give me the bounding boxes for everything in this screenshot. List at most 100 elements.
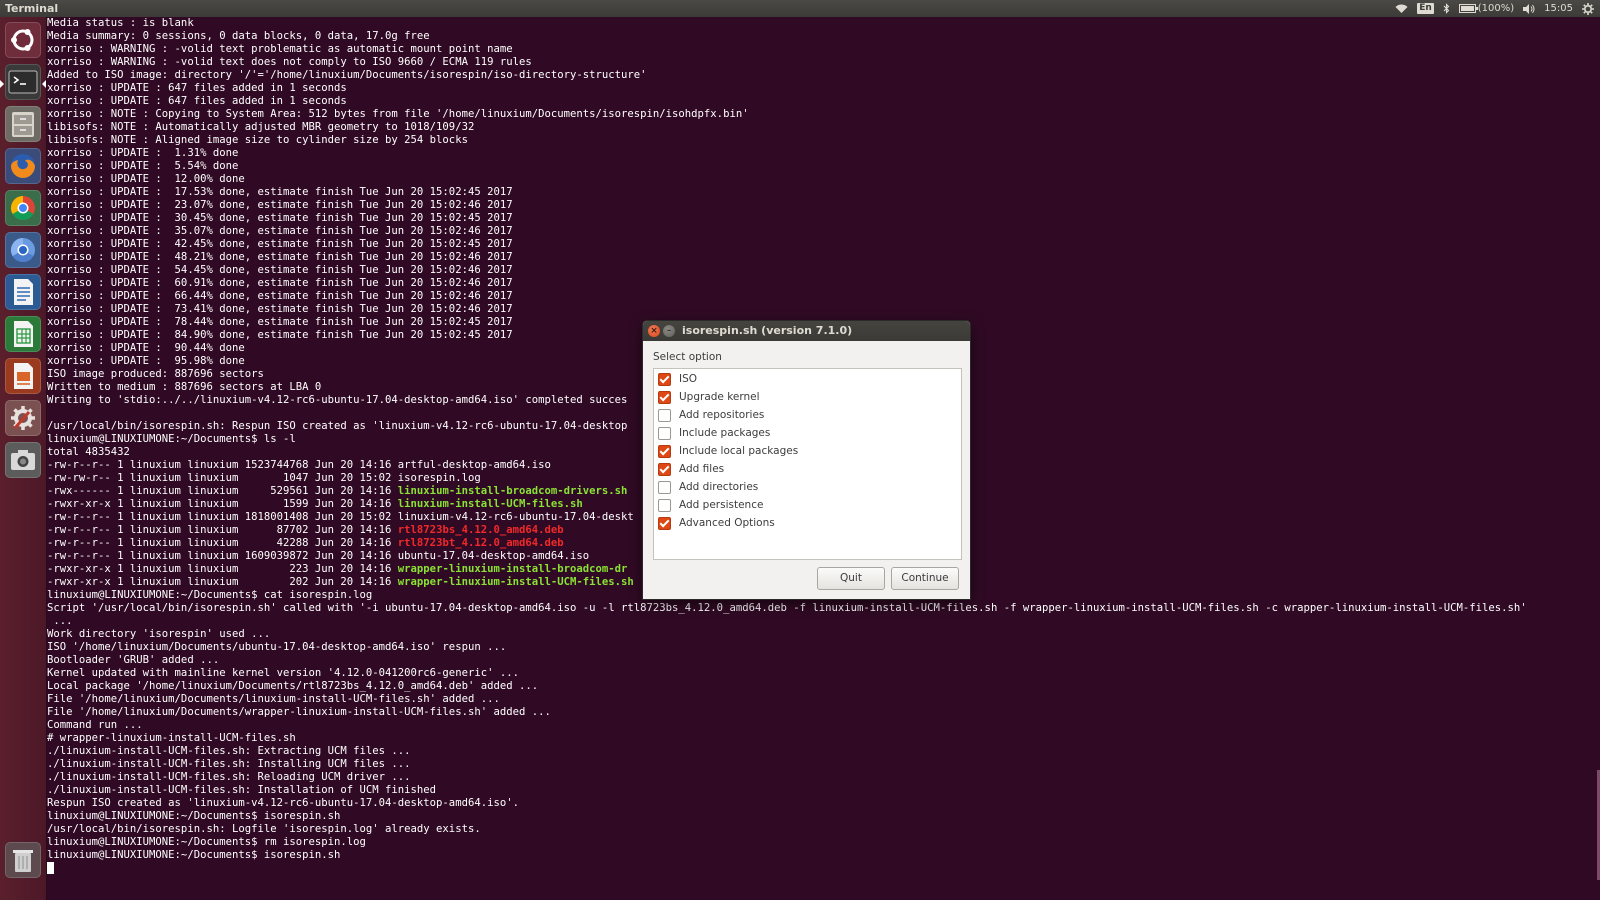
- terminal-line: Added to ISO image: directory '/'='/home…: [47, 69, 1527, 82]
- terminal-line: ...: [47, 615, 1527, 628]
- terminal-text-segment: Media status : is blank: [47, 17, 194, 29]
- checkbox[interactable]: [658, 426, 671, 440]
- option-include-packages[interactable]: Include packages: [658, 424, 770, 442]
- terminal-line: ISO '/home/linuxium/Documents/ubuntu-17.…: [47, 641, 1527, 654]
- option-advanced-options[interactable]: Advanced Options: [658, 514, 775, 532]
- files-launcher[interactable]: [5, 106, 41, 142]
- checkbox[interactable]: [658, 390, 671, 404]
- minimize-icon[interactable]: –: [663, 325, 675, 337]
- checkbox[interactable]: [658, 372, 671, 386]
- terminal-text-segment: ISO image produced: 887696 sectors: [47, 368, 264, 380]
- firefox-launcher[interactable]: [5, 148, 41, 184]
- terminal-line: linuxium@LINUXIUMONE:~/Documents$ isores…: [47, 849, 1527, 862]
- option-iso[interactable]: ISO: [658, 370, 697, 388]
- writer-launcher[interactable]: [5, 274, 41, 310]
- chrome-icon: [10, 196, 35, 221]
- keyboard-layout-label: En: [1417, 3, 1434, 14]
- option-label: Include packages: [679, 427, 771, 439]
- terminal-line: xorriso : UPDATE : 54.45% done, estimate…: [47, 264, 1527, 277]
- libreoffice-impress-icon: [14, 363, 33, 389]
- terminal-launcher[interactable]: [0, 64, 46, 100]
- terminal-text-segment: ...: [47, 615, 73, 627]
- quit-button[interactable]: Quit: [817, 567, 885, 590]
- screenshot-launcher[interactable]: [5, 442, 41, 478]
- ubuntu-logo-icon: [11, 29, 34, 51]
- terminal-line: xorriso : UPDATE : 60.91% done, estimate…: [47, 277, 1527, 290]
- isorespin-dialog: × – isorespin.sh (version 7.1.0) Select …: [643, 321, 970, 599]
- terminal-text-segment: ./linuxium-install-UCM-files.sh: Reloadi…: [47, 771, 411, 783]
- terminal-line: Script '/usr/local/bin/isorespin.sh' cal…: [47, 602, 1527, 615]
- terminal-text-segment: linuxium@LINUXIUMONE:~/Documents$ rm iso…: [47, 836, 366, 848]
- terminal-text-segment: xorriso : UPDATE : 73.41% done, estimate…: [47, 303, 513, 315]
- checkbox[interactable]: [658, 444, 671, 458]
- checkbox[interactable]: [658, 498, 671, 512]
- volume-icon[interactable]: [1523, 3, 1535, 14]
- terminal-line: Media summary: 0 sessions, 0 data blocks…: [47, 30, 1527, 43]
- bluetooth-icon[interactable]: [1443, 3, 1450, 14]
- dialog-titlebar[interactable]: × – isorespin.sh (version 7.1.0): [643, 321, 970, 341]
- option-add-directories[interactable]: Add directories: [658, 478, 758, 496]
- chromium-icon: [10, 238, 35, 263]
- option-add-repositories[interactable]: Add repositories: [658, 406, 764, 424]
- impress-launcher[interactable]: [5, 358, 41, 394]
- terminal-line: Bootloader 'GRUB' added ...: [47, 654, 1527, 667]
- chromium-launcher[interactable]: [5, 232, 41, 268]
- session-gear-icon[interactable]: [1582, 2, 1594, 15]
- file-name: linuxium-install-UCM-files.sh: [397, 498, 583, 510]
- clock[interactable]: 15:05: [1544, 0, 1573, 17]
- terminal-text-segment: -rw-r--r-- 1 linuxium linuxium 160903987…: [47, 550, 590, 562]
- option-add-persistence[interactable]: Add persistence: [658, 496, 763, 514]
- option-add-files[interactable]: Add files: [658, 460, 724, 478]
- terminal-line: xorriso : UPDATE : 5.54% done: [47, 160, 1527, 173]
- terminal-line: xorriso : UPDATE : 1.31% done: [47, 147, 1527, 160]
- terminal-line: /usr/local/bin/isorespin.sh: Logfile 'is…: [47, 823, 1527, 836]
- keyboard-indicator[interactable]: En: [1417, 3, 1434, 14]
- terminal-line: xorriso : UPDATE : 647 files added in 1 …: [47, 82, 1527, 95]
- option-label: Add repositories: [679, 409, 765, 421]
- system-settings-launcher[interactable]: [5, 400, 41, 436]
- terminal-text-segment: xorriso : UPDATE : 54.45% done, estimate…: [47, 264, 513, 276]
- terminal-text-segment: ISO '/home/linuxium/Documents/ubuntu-17.…: [47, 641, 507, 653]
- camera-icon: [11, 450, 35, 470]
- terminal-text-segment: libisofs: NOTE : Automatically adjusted …: [47, 121, 475, 133]
- terminal-text-segment: -rw-r--r-- 1 linuxium linuxium 87702 Jun…: [47, 524, 398, 536]
- option-label: Add files: [679, 463, 725, 475]
- terminal-text-segment: Respun ISO created as 'linuxium-v4.12-rc…: [47, 797, 519, 809]
- checkbox[interactable]: [658, 408, 671, 422]
- ubuntu-dash-button[interactable]: [5, 22, 41, 58]
- checkbox[interactable]: [658, 516, 671, 530]
- terminal-line: [47, 862, 1527, 875]
- terminal-line: # wrapper-linuxium-install-UCM-files.sh: [47, 732, 1527, 745]
- terminal-text-segment: -rw-r--r-- 1 linuxium linuxium 42288 Jun…: [47, 537, 398, 549]
- terminal-line: File '/home/linuxium/Documents/wrapper-l…: [47, 706, 1527, 719]
- option-include-local-packages[interactable]: Include local packages: [658, 442, 798, 460]
- indicator-area: En (100%) 15:05: [1395, 0, 1594, 17]
- terminal-line: xorriso : WARNING : -volid text problema…: [47, 43, 1527, 56]
- terminal-line: Local package '/home/linuxium/Documents/…: [47, 680, 1527, 693]
- terminal-line: ./linuxium-install-UCM-files.sh: Extract…: [47, 745, 1527, 758]
- calc-launcher[interactable]: [5, 316, 41, 352]
- terminal-line: xorriso : NOTE : Copying to System Area:…: [47, 108, 1527, 121]
- terminal-line: xorriso : UPDATE : 12.00% done: [47, 173, 1527, 186]
- app-title: Terminal: [5, 2, 59, 15]
- option-label: Upgrade kernel: [679, 391, 760, 403]
- terminal-text-segment: -rw-r--r-- 1 linuxium linuxium 152374476…: [47, 459, 551, 471]
- battery-indicator[interactable]: (100%): [1458, 0, 1515, 17]
- battery-percentage: (100%): [1477, 3, 1515, 14]
- trash-launcher[interactable]: [5, 842, 41, 878]
- terminal-text-segment: Writing to 'stdio:../../linuxium-v4.12-r…: [47, 394, 628, 406]
- terminal-line: ./linuxium-install-UCM-files.sh: Install…: [47, 784, 1527, 797]
- terminal-text-segment: linuxium@LINUXIUMONE:~/Documents$ isores…: [47, 849, 341, 861]
- terminal-text-segment: total 4835432: [47, 446, 130, 458]
- close-icon[interactable]: ×: [648, 325, 660, 337]
- terminal-line: xorriso : UPDATE : 30.45% done, estimate…: [47, 212, 1527, 225]
- chrome-launcher[interactable]: [5, 190, 41, 226]
- terminal-text-segment: Kernel updated with mainline kernel vers…: [47, 667, 519, 679]
- continue-button[interactable]: Continue: [891, 567, 959, 590]
- wifi-icon[interactable]: [1395, 4, 1408, 14]
- file-name: wrapper-linuxium-install-UCM-files.sh: [397, 576, 634, 588]
- checkbox[interactable]: [658, 480, 671, 494]
- option-label: ISO: [679, 373, 698, 385]
- option-upgrade-kernel[interactable]: Upgrade kernel: [658, 388, 760, 406]
- checkbox[interactable]: [658, 462, 671, 476]
